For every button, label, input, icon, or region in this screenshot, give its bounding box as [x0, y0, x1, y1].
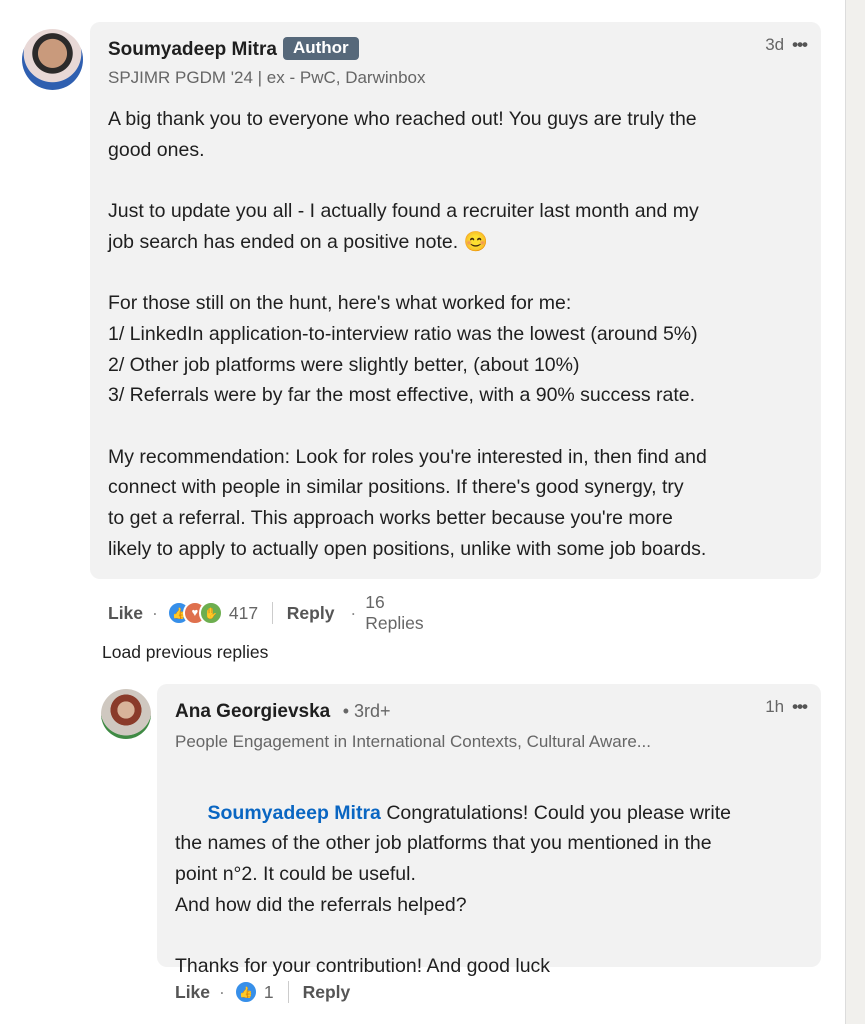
like-icon: 👍 — [233, 980, 258, 1004]
like-button[interactable]: Like — [175, 982, 210, 1003]
reaction-count[interactable]: 1 — [264, 982, 274, 1003]
reply-body: Soumyadeep Mitra Congratulations! Could … — [175, 767, 815, 1013]
timestamp: 3d — [765, 35, 785, 54]
celebrate-icon: ✋ — [198, 601, 223, 625]
reply-body-rest: the names of the other job platforms tha… — [175, 832, 712, 978]
like-button[interactable]: Like — [108, 603, 143, 624]
comment-body: A big thank you to everyone who reached … — [108, 108, 707, 560]
comment-bubble: Soumyadeep Mitra Author SPJIMR PGDM '24 |… — [90, 22, 821, 579]
author-headline: SPJIMR PGDM '24 | ex - PwC, Darwinbox — [108, 68, 426, 87]
author-badge: Author — [282, 37, 359, 60]
separator-dot: · — [152, 602, 158, 623]
divider — [287, 981, 289, 1003]
reply-timestamp: 1h — [765, 697, 785, 716]
separator-dot: · — [219, 981, 225, 1002]
more-horizontal-icon[interactable]: ••• — [792, 35, 808, 55]
side-panel — [845, 0, 865, 1024]
reply-button[interactable]: Reply — [303, 982, 351, 1003]
reply-button[interactable]: Reply — [287, 603, 335, 624]
reactions[interactable]: 👍 ♥ ✋ — [166, 601, 223, 625]
author-avatar[interactable] — [22, 29, 83, 90]
replies-count-link[interactable]: 16 Replies — [365, 592, 424, 634]
load-previous-replies[interactable]: Load previous replies — [102, 642, 268, 663]
reply-author-headline: People Engagement in International Conte… — [175, 732, 651, 751]
separator-dot: · — [350, 602, 357, 623]
author-name[interactable]: Soumyadeep Mitra — [108, 39, 277, 60]
reactions[interactable]: 👍 — [233, 980, 258, 1004]
divider — [272, 602, 273, 624]
reply-author-avatar[interactable] — [101, 689, 151, 739]
reaction-count[interactable]: 417 — [229, 603, 258, 624]
reply-author-name[interactable]: Ana Georgievska — [175, 701, 330, 722]
reply-bubble: Ana Georgievska • 3rd+ People Engagement… — [157, 684, 821, 977]
mention-link[interactable]: Soumyadeep Mitra — [208, 802, 381, 824]
reply-body-first-line: Congratulations! Could you please write — [380, 801, 732, 824]
connection-degree: • 3rd+ — [342, 701, 391, 721]
more-horizontal-icon[interactable]: ••• — [792, 697, 808, 717]
